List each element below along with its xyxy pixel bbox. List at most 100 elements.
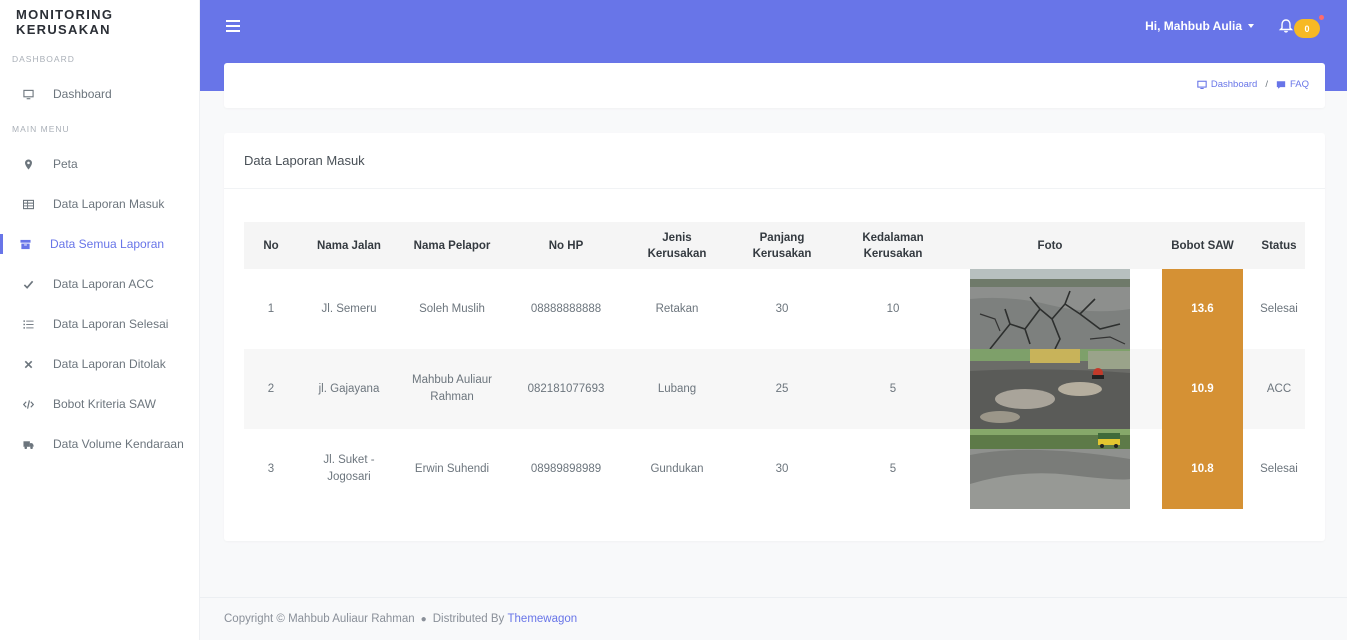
header-no[interactable]: No [244, 222, 298, 269]
sidebar-item-data-laporan-ditolak[interactable]: Data Laporan Ditolak [0, 344, 199, 384]
road-bump-photo[interactable] [970, 429, 1130, 509]
bobot-value: 10.8 [1162, 429, 1243, 509]
footer-distributed: Distributed By [432, 613, 505, 625]
bell-icon[interactable] [1278, 18, 1294, 34]
card-title: Data Laporan Masuk [224, 133, 1325, 189]
sidebar-item-label: Bobot Kriteria SAW [53, 397, 156, 411]
table-row[interactable]: 2 jl. Gajayana Mahbub Auliaur Rahman 082… [244, 349, 1305, 429]
notification-badge[interactable]: 0 [1294, 19, 1320, 38]
header-bobot-saw[interactable]: Bobot SAW [1152, 222, 1253, 269]
table-header-row: No Nama Jalan Nama Pelapor No HP Jenis K… [244, 222, 1305, 269]
sidebar-item-label: Peta [53, 157, 78, 171]
cell-no: 1 [244, 269, 298, 349]
map-pin-icon [22, 158, 34, 170]
cell-panjang: 30 [726, 269, 838, 349]
cell-no: 3 [244, 429, 298, 509]
sidebar-item-label: Data Laporan Ditolak [53, 357, 166, 371]
sidebar-item-label: Data Laporan ACC [53, 277, 154, 291]
road-pothole-photo[interactable] [970, 349, 1130, 429]
cell-foto [948, 269, 1152, 349]
header-nama-pelapor[interactable]: Nama Pelapor [400, 222, 504, 269]
menu-toggle-icon[interactable] [226, 20, 240, 32]
breadcrumb-dashboard-link[interactable]: Dashboard [1211, 79, 1257, 90]
sidebar-item-peta[interactable]: Peta [0, 144, 199, 184]
header-jenis-kerusakan[interactable]: Jenis Kerusakan [628, 222, 726, 269]
cell-nama-jalan: Jl. Semeru [298, 269, 400, 349]
header-status[interactable]: Status [1253, 222, 1305, 269]
monitor-icon [22, 88, 34, 100]
cell-jenis-kerusakan: Lubang [628, 349, 726, 429]
sidebar-heading-main-menu: MAIN MENU [12, 124, 70, 134]
table-row[interactable]: 1 Jl. Semeru Soleh Muslih 08888888888 Re… [244, 269, 1305, 349]
sidebar-item-label: Dashboard [53, 87, 112, 101]
sidebar-item-bobot-kriteria-saw[interactable]: Bobot Kriteria SAW [0, 384, 199, 424]
cell-no-hp: 08888888888 [504, 269, 628, 349]
header-foto[interactable]: Foto [948, 222, 1152, 269]
monitor-icon [1197, 80, 1207, 89]
header-nama-jalan[interactable]: Nama Jalan [298, 222, 400, 269]
user-menu[interactable]: Hi, Mahbub Aulia [1145, 19, 1254, 33]
check-icon [22, 278, 34, 290]
bobot-value: 13.6 [1162, 269, 1243, 349]
cell-kedalaman: 5 [838, 429, 948, 509]
cell-nama-pelapor: Soleh Muslih [400, 269, 504, 349]
footer: Copyright © Mahbub Auliaur Rahman ● Dist… [200, 597, 1347, 640]
sidebar-item-data-laporan-acc[interactable]: Data Laporan ACC [0, 264, 199, 304]
chevron-down-icon [1248, 24, 1254, 28]
report-card: Data Laporan Masuk No Nama Jalan Nama Pe… [224, 133, 1325, 541]
cell-no-hp: 08989898989 [504, 429, 628, 509]
cell-panjang: 30 [726, 429, 838, 509]
archive-icon [19, 238, 31, 250]
cell-panjang: 25 [726, 349, 838, 429]
cell-bobot-saw: 10.9 [1152, 349, 1253, 429]
footer-themewagon-link[interactable]: Themewagon [508, 613, 578, 625]
bobot-value: 10.9 [1162, 349, 1243, 429]
cell-kedalaman: 5 [838, 349, 948, 429]
comment-icon [1276, 80, 1286, 89]
cell-nama-pelapor: Mahbub Auliaur Rahman [400, 349, 504, 429]
cell-foto [948, 429, 1152, 509]
list-icon [22, 318, 34, 330]
cell-no-hp: 082181077693 [504, 349, 628, 429]
cell-status: Selesai [1253, 269, 1305, 349]
cell-nama-pelapor: Erwin Suhendi [400, 429, 504, 509]
cell-foto [948, 349, 1152, 429]
header-no-hp[interactable]: No HP [504, 222, 628, 269]
notification-dot [1319, 15, 1324, 20]
sidebar-item-data-laporan-masuk[interactable]: Data Laporan Masuk [0, 184, 199, 224]
sidebar-item-data-semua-laporan[interactable]: Data Semua Laporan [0, 224, 199, 264]
sidebar-item-label: Data Semua Laporan [50, 237, 165, 251]
cell-bobot-saw: 10.8 [1152, 429, 1253, 509]
footer-copyright: Copyright © Mahbub Auliaur Rahman [224, 613, 415, 625]
header-panjang-kerusakan[interactable]: Panjang Kerusakan [726, 222, 838, 269]
truck-icon [22, 438, 34, 450]
sidebar-item-label: Data Laporan Selesai [53, 317, 169, 331]
sidebar-item-label: Data Laporan Masuk [53, 197, 165, 211]
breadcrumb-faq-link[interactable]: FAQ [1290, 79, 1309, 90]
cell-status: Selesai [1253, 429, 1305, 509]
sidebar-item-data-volume-kendaraan[interactable]: Data Volume Kendaraan [0, 424, 199, 464]
header-kedalaman-kerusakan[interactable]: Kedalaman Kerusakan [838, 222, 948, 269]
cell-status: ACC [1253, 349, 1305, 429]
user-greeting: Hi, Mahbub Aulia [1145, 19, 1242, 33]
table-row[interactable]: 3 Jl. Suket - Jogosari Erwin Suhendi 089… [244, 429, 1305, 509]
breadcrumb-card: Dashboard / FAQ [224, 63, 1325, 108]
brand-title[interactable]: MONITORING KERUSAKAN [0, 0, 199, 44]
sidebar-heading-dashboard: DASHBOARD [12, 54, 75, 64]
sidebar-item-dashboard[interactable]: Dashboard [0, 74, 199, 114]
table-icon [22, 198, 34, 210]
cell-nama-jalan: jl. Gajayana [298, 349, 400, 429]
sidebar-item-label: Data Volume Kendaraan [53, 437, 184, 451]
code-icon [22, 398, 34, 410]
cell-nama-jalan: Jl. Suket - Jogosari [298, 429, 400, 509]
report-table: No Nama Jalan Nama Pelapor No HP Jenis K… [244, 222, 1305, 509]
breadcrumb-separator: / [1265, 79, 1268, 90]
sidebar-item-data-laporan-selesai[interactable]: Data Laporan Selesai [0, 304, 199, 344]
sidebar: MONITORING KERUSAKAN DASHBOARD Dashboard… [0, 0, 200, 640]
cell-no: 2 [244, 349, 298, 429]
cell-kedalaman: 10 [838, 269, 948, 349]
footer-bullet: ● [420, 613, 427, 625]
road-crack-photo[interactable] [970, 269, 1130, 349]
cell-bobot-saw: 13.6 [1152, 269, 1253, 349]
cell-jenis-kerusakan: Retakan [628, 269, 726, 349]
